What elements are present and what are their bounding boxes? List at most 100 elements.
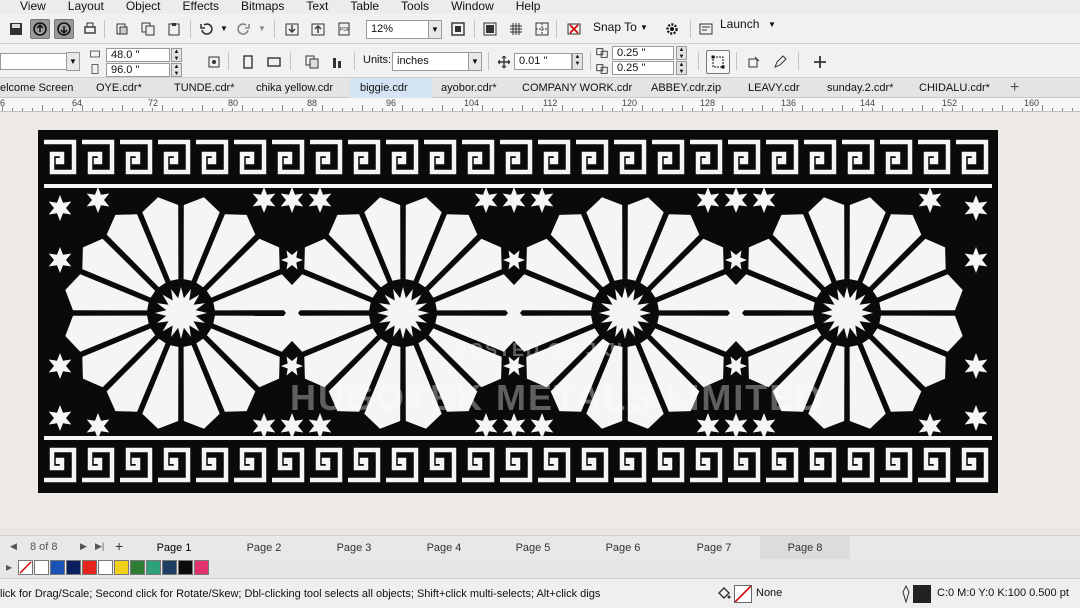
- doc-tab-welcome[interactable]: elcome Screen: [0, 78, 73, 98]
- color-swatch[interactable]: [194, 560, 209, 575]
- color-swatch[interactable]: [162, 560, 177, 575]
- menu-tools[interactable]: Tools: [390, 0, 440, 14]
- zoom-dropdown-icon[interactable]: ▼: [428, 20, 442, 39]
- menu-help[interactable]: Help: [505, 0, 552, 14]
- page-size-select[interactable]: [0, 53, 68, 70]
- launch-icon[interactable]: [696, 19, 716, 39]
- save-icon[interactable]: [6, 19, 26, 39]
- snap-off-icon[interactable]: [564, 19, 584, 39]
- last-page-icon[interactable]: ▶|: [95, 541, 104, 552]
- units-dropdown-icon[interactable]: ▼: [468, 52, 482, 71]
- next-page-icon[interactable]: ▶: [80, 541, 87, 552]
- import-icon[interactable]: [282, 19, 302, 39]
- all-pages-icon[interactable]: [302, 52, 322, 72]
- color-swatch[interactable]: [82, 560, 97, 575]
- cut-icon[interactable]: [112, 19, 132, 39]
- nudge-distance-input[interactable]: 0.01 ": [514, 53, 572, 70]
- color-swatch[interactable]: [114, 560, 129, 575]
- duplicate-y-spinner[interactable]: ▲ ▼: [676, 61, 687, 75]
- publish-pdf-icon[interactable]: PDF: [334, 19, 354, 39]
- page-tab-1[interactable]: Page 1: [129, 536, 219, 560]
- menu-effects[interactable]: Effects: [172, 0, 230, 14]
- edit-icon[interactable]: [770, 52, 790, 72]
- no-color-swatch[interactable]: [18, 560, 33, 575]
- current-page-icon[interactable]: [328, 52, 348, 72]
- first-page-icon[interactable]: ◀: [10, 541, 17, 552]
- doc-tab-abbey[interactable]: ABBEY.cdr.zip: [651, 78, 721, 98]
- download-cloud-icon[interactable]: [54, 19, 74, 39]
- horizontal-ruler[interactable]: 6 64 72 80 88 96 104 112 120 128 136 144 152 160: [0, 98, 1080, 112]
- decorative-panel-artwork[interactable]: [38, 130, 998, 493]
- nudge-spinner[interactable]: ▲ ▼: [572, 53, 583, 70]
- page-height-spinner[interactable]: ▲ ▼: [171, 63, 182, 77]
- page-width-input[interactable]: 48.0 ": [106, 48, 170, 62]
- page-tab-6[interactable]: Page 6: [578, 536, 668, 560]
- doc-tab-company-work[interactable]: COMPANY WORK.cdr: [522, 78, 632, 98]
- paste-icon[interactable]: [164, 19, 184, 39]
- show-grid-icon[interactable]: [506, 19, 526, 39]
- portrait-icon[interactable]: [238, 52, 258, 72]
- page-tab-2[interactable]: Page 2: [219, 536, 309, 560]
- add-page-icon[interactable]: +: [115, 538, 123, 554]
- doc-tab-chidalu[interactable]: CHIDALU.cdr*: [919, 78, 990, 98]
- full-screen-icon[interactable]: [448, 19, 468, 39]
- page-width-spinner[interactable]: ▲ ▼: [171, 48, 182, 62]
- color-swatch[interactable]: [50, 560, 65, 575]
- snap-to-dropdown-icon[interactable]: ▼: [640, 23, 648, 32]
- units-select[interactable]: inches: [392, 52, 472, 71]
- page-tab-3[interactable]: Page 3: [309, 536, 399, 560]
- undo-icon[interactable]: [196, 19, 216, 39]
- color-swatch[interactable]: [178, 560, 193, 575]
- launch-label[interactable]: Launch: [720, 17, 759, 31]
- page-tab-8[interactable]: Page 8: [760, 536, 850, 560]
- redo-icon[interactable]: [234, 19, 254, 39]
- transform-icon[interactable]: [744, 52, 764, 72]
- duplicate-x-spinner[interactable]: ▲ ▼: [676, 46, 687, 60]
- show-guidelines-icon[interactable]: [532, 19, 552, 39]
- launch-dropdown-icon[interactable]: ▼: [768, 20, 776, 29]
- palette-menu-icon[interactable]: ▸: [6, 560, 12, 574]
- zoom-level-input[interactable]: 12%: [366, 20, 430, 39]
- color-swatch[interactable]: [146, 560, 161, 575]
- menu-text[interactable]: Text: [295, 0, 339, 14]
- lock-ratio-icon[interactable]: [204, 52, 224, 72]
- snap-to-label[interactable]: Snap To: [593, 20, 637, 34]
- redo-dropdown-icon[interactable]: ▼: [258, 24, 266, 33]
- menu-bitmaps[interactable]: Bitmaps: [230, 0, 295, 14]
- doc-tab-tunde[interactable]: TUNDE.cdr*: [174, 78, 235, 98]
- duplicate-x-input[interactable]: 0.25 ": [612, 46, 674, 60]
- print-icon[interactable]: [80, 19, 100, 39]
- color-swatch[interactable]: [34, 560, 49, 575]
- page-tab-5[interactable]: Page 5: [488, 536, 578, 560]
- menu-layout[interactable]: Layout: [57, 0, 115, 14]
- doc-tab-leavy[interactable]: LEAVY.cdr: [748, 78, 800, 98]
- add-icon[interactable]: [810, 52, 830, 72]
- copy-icon[interactable]: [138, 19, 158, 39]
- page-height-input[interactable]: 96.0 ": [106, 63, 170, 77]
- doc-tab-ayobor[interactable]: ayobor.cdr*: [441, 78, 497, 98]
- doc-tab-sunday2[interactable]: sunday.2.cdr*: [827, 78, 893, 98]
- color-swatch[interactable]: [130, 560, 145, 575]
- page-size-dropdown-icon[interactable]: ▼: [66, 52, 80, 71]
- color-swatch[interactable]: [66, 560, 81, 575]
- menu-window[interactable]: Window: [440, 0, 505, 14]
- menu-view[interactable]: View: [0, 0, 57, 14]
- treat-as-filled-icon[interactable]: [706, 50, 730, 74]
- export-icon[interactable]: [308, 19, 328, 39]
- landscape-icon[interactable]: [264, 52, 284, 72]
- page-tab-7[interactable]: Page 7: [669, 536, 759, 560]
- gear-icon[interactable]: [662, 19, 682, 39]
- outline-color-swatch[interactable]: [913, 585, 931, 603]
- undo-dropdown-icon[interactable]: ▼: [220, 24, 228, 33]
- upload-cloud-icon[interactable]: [30, 19, 50, 39]
- color-swatch[interactable]: [98, 560, 113, 575]
- doc-tab-oye[interactable]: OYE.cdr*: [96, 78, 142, 98]
- menu-table[interactable]: Table: [339, 0, 390, 14]
- duplicate-y-input[interactable]: 0.25 ": [612, 61, 674, 75]
- doc-tab-chika-yellow[interactable]: chika yellow.cdr: [256, 78, 333, 98]
- new-tab-icon[interactable]: +: [1010, 79, 1019, 96]
- doc-tab-biggie[interactable]: biggie.cdr: [350, 78, 432, 98]
- page-tab-4[interactable]: Page 4: [399, 536, 489, 560]
- show-rulers-icon[interactable]: [480, 19, 500, 39]
- fill-none-swatch[interactable]: [734, 585, 752, 603]
